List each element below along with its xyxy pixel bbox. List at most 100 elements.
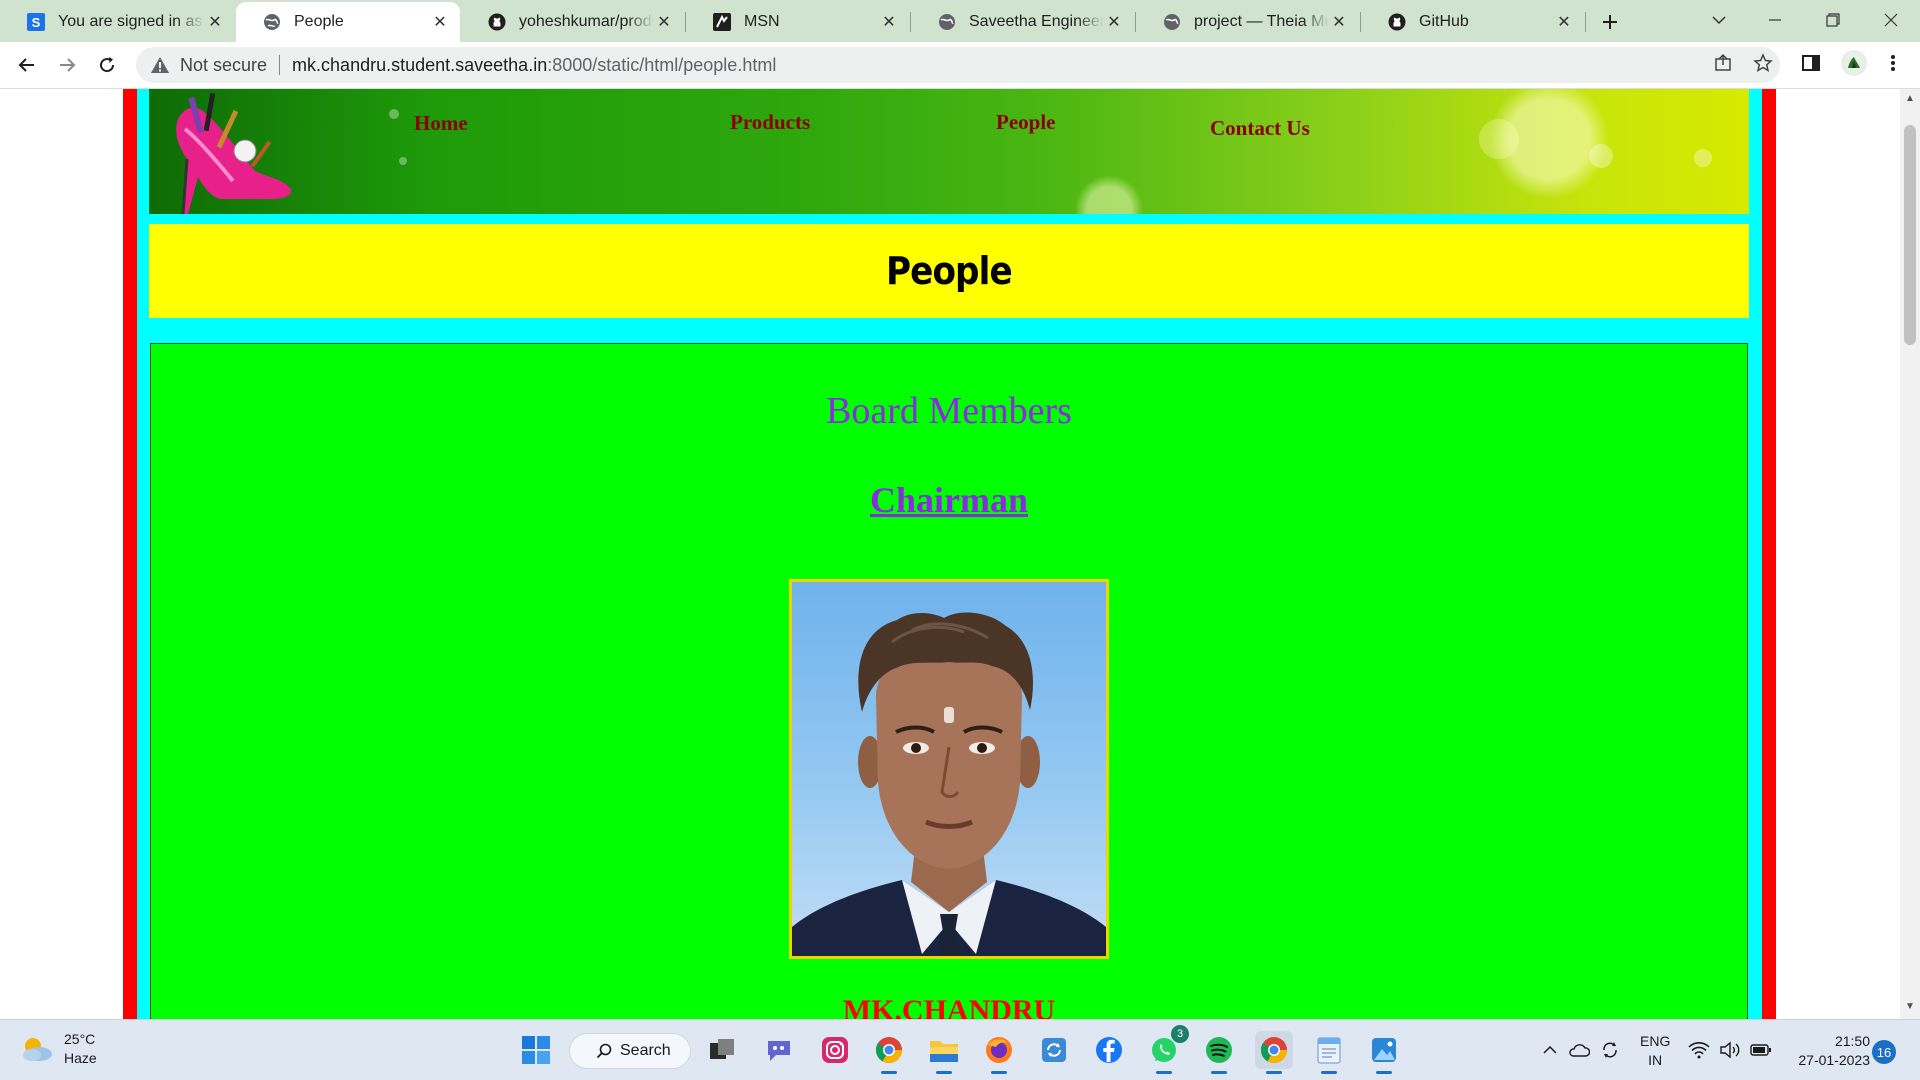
- taskbar-search[interactable]: Search: [569, 1033, 691, 1069]
- task-view-button[interactable]: [703, 1031, 741, 1069]
- file-explorer-app[interactable]: [925, 1031, 963, 1074]
- chat-icon: [768, 1041, 790, 1061]
- chevron-down-icon: [1712, 16, 1726, 25]
- close-icon[interactable]: ✕: [879, 12, 899, 32]
- close-icon[interactable]: ✕: [430, 12, 450, 32]
- tab-separator: [1585, 12, 1586, 32]
- sync-status-icon: [1603, 1042, 1617, 1058]
- tab-signed-in[interactable]: S You are signed in as e ✕: [0, 2, 235, 42]
- tab-msn[interactable]: MSN ✕: [686, 2, 909, 42]
- onedrive-button[interactable]: [1567, 1038, 1591, 1062]
- close-icon[interactable]: ✕: [654, 12, 674, 32]
- sync-status-button[interactable]: [1598, 1038, 1622, 1062]
- battery-icon: [1750, 1044, 1771, 1056]
- scrollbar-thumb[interactable]: [1904, 125, 1916, 345]
- weather-widget[interactable]: 25°C Haze: [20, 1030, 97, 1068]
- volume-button[interactable]: [1718, 1038, 1742, 1062]
- tab-saveetha[interactable]: Saveetha Engineering ✕: [911, 2, 1134, 42]
- facebook-app[interactable]: [1090, 1031, 1128, 1069]
- back-button[interactable]: [10, 48, 44, 82]
- close-window-button[interactable]: [1868, 4, 1914, 36]
- tab-search-button[interactable]: [1696, 4, 1742, 36]
- plus-icon: [1603, 15, 1617, 29]
- new-tab-button[interactable]: [1596, 8, 1624, 36]
- whatsapp-app[interactable]: 3: [1145, 1025, 1189, 1074]
- weather-cloud-icon: [23, 1038, 52, 1061]
- nav-products-link[interactable]: Products: [730, 110, 810, 135]
- notepad-icon: [1317, 1037, 1341, 1064]
- close-icon[interactable]: ✕: [1104, 12, 1124, 32]
- scroll-up-arrow-icon[interactable]: ▲: [1904, 93, 1916, 105]
- bokeh-dot: [1479, 119, 1519, 159]
- forward-button[interactable]: [50, 48, 84, 82]
- tab-github-repo[interactable]: yoheshkumar/product ✕: [461, 2, 684, 42]
- close-icon[interactable]: ✕: [1554, 12, 1574, 32]
- chrome-app[interactable]: [870, 1031, 908, 1074]
- person-photo: [789, 579, 1109, 959]
- side-panel-button[interactable]: [1798, 50, 1824, 76]
- share-button[interactable]: [1710, 50, 1736, 76]
- photos-app[interactable]: [1365, 1031, 1403, 1074]
- firefox-icon: [986, 1037, 1012, 1063]
- sync-app[interactable]: [1035, 1031, 1073, 1069]
- running-indicator: [1376, 1071, 1392, 1074]
- whatsapp-badge: 3: [1171, 1025, 1189, 1043]
- content-panel: Board Members Chairman MK.CHANDRU: [150, 343, 1748, 1019]
- system-clock[interactable]: 21:50 27-01-2023: [1790, 1032, 1870, 1070]
- spotify-icon: [1206, 1037, 1232, 1063]
- restore-icon: [1826, 13, 1840, 27]
- bookmark-button[interactable]: [1750, 50, 1776, 76]
- github-icon: [487, 12, 507, 32]
- tab-theia[interactable]: project — Theia Multi ✕: [1136, 2, 1359, 42]
- firefox-app[interactable]: [980, 1031, 1018, 1074]
- chrome-active-app[interactable]: [1255, 1031, 1293, 1074]
- chrome-icon: [1260, 1037, 1288, 1064]
- page-scrollbar[interactable]: ▲ ▼: [1900, 89, 1920, 1019]
- running-indicator: [936, 1071, 952, 1074]
- forward-arrow-icon: [60, 58, 76, 72]
- share-icon: [1715, 53, 1731, 71]
- tab-title: Saveetha Engineering: [969, 13, 1104, 30]
- address-bar[interactable]: Not secure mk.chandru.student.saveetha.i…: [136, 47, 1780, 83]
- wifi-button[interactable]: [1687, 1038, 1711, 1062]
- page-viewport: Home Products People Contact Us People B…: [0, 89, 1900, 1019]
- globe-icon: [937, 12, 957, 32]
- tray-overflow-button[interactable]: [1538, 1038, 1562, 1062]
- language-indicator[interactable]: ENG IN: [1640, 1032, 1670, 1070]
- start-button[interactable]: [517, 1031, 555, 1069]
- tab-github[interactable]: GitHub ✕: [1361, 2, 1584, 42]
- teams-chat-app[interactable]: [760, 1031, 798, 1069]
- tab-title: You are signed in as e: [58, 13, 205, 30]
- close-icon: [1884, 13, 1898, 27]
- reload-button[interactable]: [90, 48, 124, 82]
- profile-button[interactable]: [1841, 50, 1867, 76]
- chrome-icon: [875, 1037, 903, 1064]
- instagram-app[interactable]: [816, 1031, 854, 1069]
- side-panel-icon: [1802, 55, 1820, 71]
- tab-title: People: [294, 13, 344, 30]
- close-icon[interactable]: ✕: [205, 12, 225, 32]
- nav-contact-link[interactable]: Contact Us: [1210, 116, 1310, 141]
- scroll-down-arrow-icon[interactable]: ▼: [1904, 1001, 1916, 1013]
- close-icon[interactable]: ✕: [1329, 12, 1349, 32]
- running-indicator: [1266, 1071, 1282, 1074]
- minimize-button[interactable]: [1752, 4, 1798, 36]
- task-view-icon: [710, 1039, 734, 1059]
- search-icon: [596, 1043, 612, 1059]
- tab-people[interactable]: People ✕: [236, 2, 460, 42]
- nav-people-link[interactable]: People: [996, 110, 1055, 135]
- clock-date: 27-01-2023: [1798, 1052, 1870, 1068]
- nav-home-link[interactable]: Home: [414, 111, 468, 136]
- instagram-icon: [822, 1037, 848, 1063]
- weather-temp: 25°C: [64, 1031, 96, 1047]
- weather-desc: Haze: [64, 1050, 97, 1066]
- menu-button[interactable]: [1880, 50, 1906, 76]
- spotify-app[interactable]: [1200, 1031, 1238, 1074]
- chairman-link[interactable]: Chairman: [870, 480, 1028, 520]
- notification-badge[interactable]: 16: [1872, 1040, 1896, 1064]
- restore-button[interactable]: [1810, 4, 1856, 36]
- notepad-app[interactable]: [1310, 1031, 1348, 1074]
- role-heading: Chairman: [151, 479, 1747, 521]
- battery-button[interactable]: [1749, 1038, 1773, 1062]
- windows-logo-icon: [522, 1036, 550, 1064]
